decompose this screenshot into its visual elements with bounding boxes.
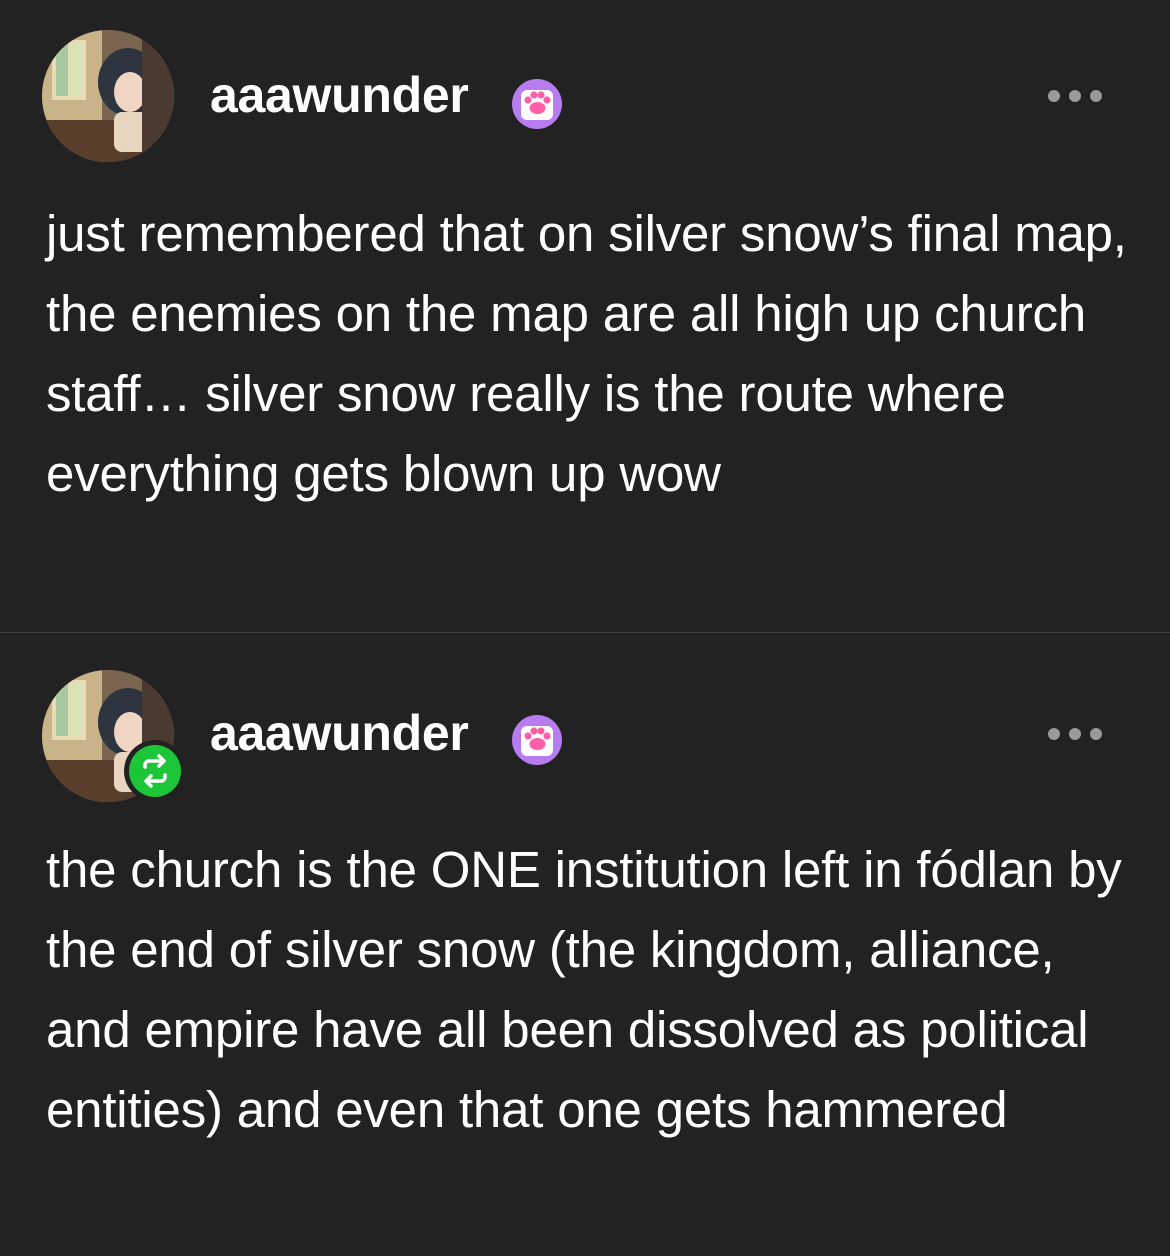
post-body: the church is the ONE institution left i… bbox=[46, 841, 1122, 1138]
post-divider bbox=[0, 632, 1170, 633]
more-horizontal-icon[interactable] bbox=[1040, 722, 1110, 746]
paw-icon[interactable] bbox=[511, 714, 563, 766]
post-username[interactable]: aaawunder bbox=[210, 66, 469, 124]
post-reblog: aaawunder the church is the ONE institut… bbox=[0, 634, 1170, 1256]
post-original: aaawunder just remembered that on silver… bbox=[0, 0, 1170, 633]
post-body: just remembered that on silver snow’s fi… bbox=[46, 205, 1127, 502]
reblog-icon bbox=[143, 754, 167, 788]
post-username[interactable]: aaawunder bbox=[210, 704, 469, 762]
user-avatar[interactable] bbox=[42, 30, 174, 162]
more-horizontal-icon[interactable] bbox=[1040, 84, 1110, 108]
avatar-image bbox=[42, 30, 174, 162]
paw-icon[interactable] bbox=[511, 78, 563, 130]
reblog-badge bbox=[124, 740, 186, 802]
